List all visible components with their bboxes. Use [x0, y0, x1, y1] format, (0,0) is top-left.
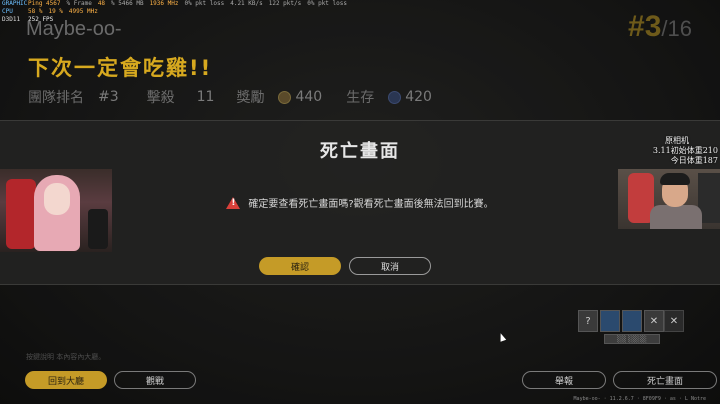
inventory-slot[interactable]: ? — [578, 310, 598, 332]
survival-label: 生存 — [346, 90, 375, 106]
stats-label: GRAPHIC — [2, 0, 28, 7]
match-summary: 團隊排名 #3 擊殺 11 獎勵 440 生存 420 — [28, 87, 432, 107]
kills-value: 11 — [196, 89, 215, 105]
survival-value: 420 — [405, 89, 432, 105]
rank-total: /16 — [661, 16, 692, 41]
build-footer: Maybe-oo- · 11.2.6.7 · 8F09F9 · as · L N… — [573, 396, 706, 402]
reward-value: 440 — [295, 89, 323, 105]
dialog-title: 死亡畫面 — [320, 141, 400, 162]
streamer-face — [44, 183, 70, 215]
inventory-slot[interactable] — [600, 310, 620, 332]
weight-title: 原相机 — [665, 136, 689, 145]
stats-value: 4995 MHz — [68, 8, 98, 15]
bp-coin-icon — [278, 90, 292, 104]
report-button[interactable]: 舉報 — [522, 371, 606, 389]
weight-tracker-panel: 原相机 3.11初始体重210 今日体重187 — [636, 136, 718, 166]
stats-row-cpu: CPU 58 % 19 % 4995 MHz — [2, 8, 302, 16]
stats-value: 58 % — [28, 8, 43, 15]
streamer-webcam-right — [618, 169, 720, 229]
rank-place: #3 — [628, 10, 662, 43]
stats-value: 0% pkt loss — [307, 0, 347, 7]
stats-value: 122 pkt/s — [268, 0, 302, 7]
stats-value: 48 — [97, 0, 106, 7]
result-headline: 下次一定會吃雞!! — [28, 56, 213, 80]
reward-label: 獎勵 — [236, 90, 265, 106]
stats-value: 4.21 KB/s — [230, 0, 263, 7]
inventory-slot[interactable]: ✕ — [644, 310, 664, 332]
warning-triangle-icon — [226, 196, 241, 209]
dialog-message: 確定要查看死亡畫面嗎?觀看死亡畫面後無法回到比賽。 — [248, 199, 494, 210]
gaming-chair — [6, 179, 36, 249]
microphone — [88, 209, 108, 249]
inventory-slot[interactable] — [622, 310, 642, 332]
stats-value: % 5466 MB — [111, 0, 144, 7]
stats-row-graphic: GRAPHIC Ping 4567 % Frame 48 % 5466 MB 1… — [2, 0, 347, 8]
stats-value: 1936 MHz — [149, 0, 179, 7]
inventory-preview: ? ✕ ✕ ░░ ░░░░ — [578, 310, 684, 346]
hint-text: 按鍵說明 本內容內大廳。 — [26, 353, 106, 361]
team-rank-label: 團隊排名 — [28, 90, 84, 106]
inventory-bar: ░░ ░░░░ — [604, 334, 660, 344]
final-rank: #3/16 — [628, 10, 692, 44]
xp-coin-icon — [388, 90, 402, 104]
stats-value: Ping 4567 — [28, 0, 61, 7]
player-name: Maybe-oo- — [26, 18, 122, 40]
kills-label: 擊殺 — [146, 90, 175, 106]
inventory-slot[interactable]: ✕ — [664, 310, 684, 332]
stats-value: 0% pkt loss — [184, 0, 225, 7]
cancel-button[interactable]: 取消 — [349, 257, 431, 275]
stats-label: CPU — [2, 8, 13, 15]
confirm-button[interactable]: 確認 — [259, 257, 341, 275]
weight-initial: 3.11初始体重210 — [652, 146, 718, 155]
streamer-webcam-left — [0, 169, 112, 252]
return-to-lobby-button[interactable]: 回到大廳 — [25, 371, 107, 389]
spectate-button[interactable]: 觀戰 — [114, 371, 196, 389]
streamer-body — [650, 205, 702, 229]
deathcam-button[interactable]: 死亡畫面 — [613, 371, 717, 389]
stats-value: % Frame — [66, 0, 92, 7]
team-rank-value: #3 — [98, 89, 119, 105]
stats-value: 19 % — [48, 8, 63, 15]
weight-today: 今日体重187 — [670, 156, 718, 165]
stats-label: D3D11 — [2, 16, 21, 23]
streamer-hair — [660, 173, 690, 185]
